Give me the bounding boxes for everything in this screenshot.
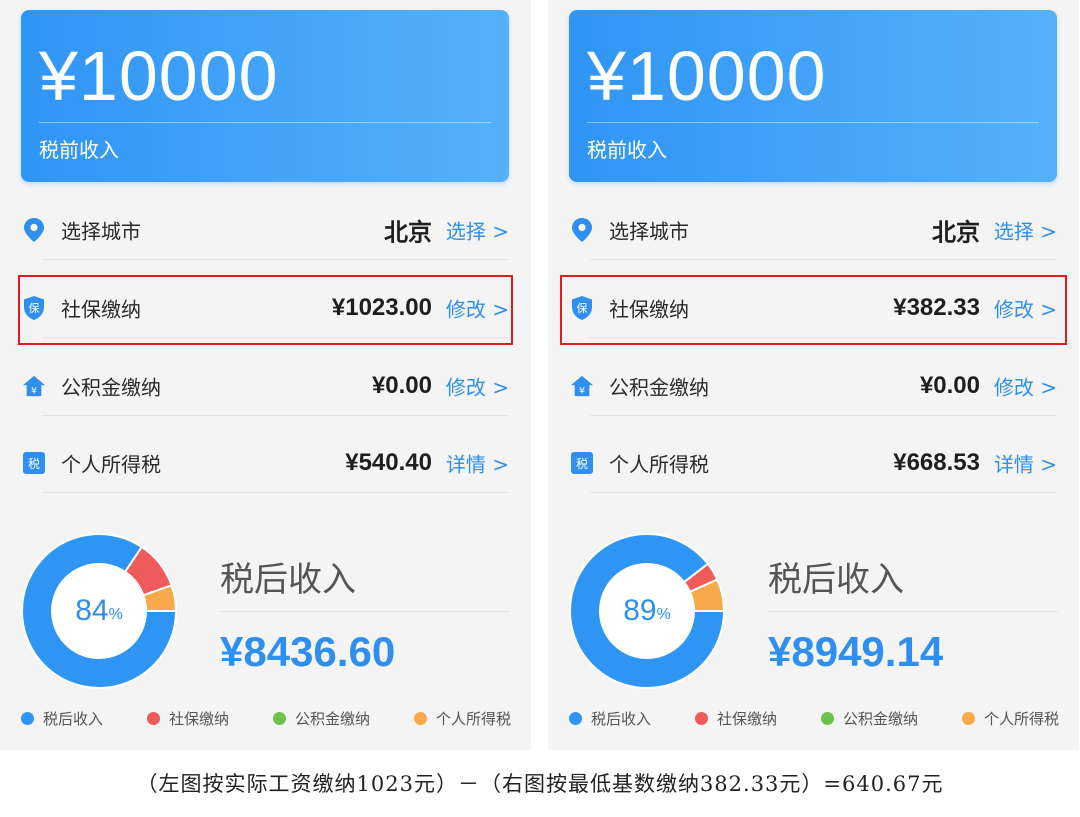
legend-item: 社保缴纳 <box>146 708 229 729</box>
salary-panel-left: ¥10000 税前收入 选择城市 北京 选择 > 保 社保缴纳 ¥1023.00… <box>0 0 531 750</box>
comparison-caption: （左图按实际工资缴纳1023元）－（右图按最低基数缴纳382.33元）=640.… <box>136 772 944 796</box>
row-city[interactable]: 选择城市 北京 选择 > <box>569 200 1057 260</box>
row-housing-fund[interactable]: ¥ 公积金缴纳 ¥0.00 修改 > <box>21 356 509 416</box>
location-pin-icon <box>23 218 45 242</box>
net-percent-value: 89 <box>623 594 657 627</box>
net-percent-unit: % <box>656 606 671 623</box>
legend-label: 社保缴纳 <box>168 710 229 728</box>
row-tax-label: 个人所得税 <box>61 452 161 477</box>
legend-label: 个人所得税 <box>435 710 511 728</box>
row-income-tax[interactable]: 税 个人所得税 ¥668.53 详情 > <box>569 433 1057 493</box>
row-housing-fund[interactable]: ¥ 公积金缴纳 ¥0.00 修改 > <box>569 356 1057 416</box>
edit-fund-button[interactable]: 修改 > <box>446 372 509 401</box>
legend-dot <box>569 712 582 725</box>
row-tax-value: ¥668.53 <box>893 449 980 476</box>
net-income-title: 税后收入 <box>768 560 904 600</box>
income-donut-chart: 84 % <box>21 533 178 689</box>
net-percent: 84 % <box>21 533 177 689</box>
legend-label: 税后收入 <box>591 710 652 728</box>
svg-text:¥: ¥ <box>579 385 585 396</box>
net-percent-value: 84 <box>75 594 109 627</box>
legend-dot <box>413 712 427 725</box>
svg-text:税: 税 <box>28 457 40 471</box>
row-fund-value: ¥0.00 <box>919 372 980 399</box>
legend-item: 税后收入 <box>21 708 103 729</box>
highlight-box <box>560 275 1067 345</box>
net-divider <box>768 611 1058 612</box>
row-divider <box>42 259 509 260</box>
legend-dot <box>21 712 34 725</box>
row-fund-label: 公积金缴纳 <box>609 375 709 400</box>
income-donut-chart: 89 % <box>569 533 726 689</box>
row-income-tax[interactable]: 税 个人所得税 ¥540.40 详情 > <box>21 433 509 493</box>
tax-badge-icon: 税 <box>571 451 593 475</box>
select-city-button[interactable]: 选择 > <box>446 216 509 245</box>
hero-divider <box>587 122 1039 123</box>
legend-dot <box>961 712 975 725</box>
svg-text:税: 税 <box>576 457 588 471</box>
hero-divider <box>39 122 491 123</box>
legend-label: 税后收入 <box>43 710 104 728</box>
tax-badge-icon: 税 <box>23 451 45 475</box>
net-income-amount: ¥8436.60 <box>220 628 396 675</box>
net-percent: 89 % <box>569 533 725 689</box>
row-fund-label: 公积金缴纳 <box>61 375 161 400</box>
net-percent-unit: % <box>108 606 123 623</box>
legend-label: 公积金缴纳 <box>294 710 370 728</box>
gross-income-label: 税前收入 <box>39 138 119 162</box>
row-divider <box>590 492 1057 493</box>
legend-label: 个人所得税 <box>983 710 1059 728</box>
house-yen-icon: ¥ <box>23 374 45 398</box>
legend-item: 公积金缴纳 <box>272 708 370 729</box>
row-fund-value: ¥0.00 <box>371 372 432 399</box>
net-income-title: 税后收入 <box>220 560 356 600</box>
gross-income-amount: ¥10000 <box>39 37 279 115</box>
gross-income-card[interactable]: ¥10000 税前收入 <box>569 10 1057 182</box>
select-city-button[interactable]: 选择 > <box>994 216 1057 245</box>
legend-dot <box>820 712 834 725</box>
legend-item: 个人所得税 <box>961 708 1059 729</box>
row-divider <box>42 415 509 416</box>
legend-item: 个人所得税 <box>413 708 511 729</box>
svg-text:¥: ¥ <box>31 385 37 396</box>
row-tax-label: 个人所得税 <box>609 452 709 477</box>
row-divider <box>590 259 1057 260</box>
legend-item: 社保缴纳 <box>694 708 777 729</box>
legend-dot <box>694 712 708 725</box>
legend-label: 公积金缴纳 <box>842 710 918 728</box>
row-divider <box>42 492 509 493</box>
house-yen-icon: ¥ <box>571 374 593 398</box>
tax-details-button[interactable]: 详情 > <box>994 449 1057 478</box>
chart-legend: 税后收入 社保缴纳 公积金缴纳 个人所得税 <box>21 708 511 729</box>
highlight-box <box>18 275 513 345</box>
legend-item: 公积金缴纳 <box>820 708 918 729</box>
legend-dot <box>146 712 160 725</box>
gross-income-card[interactable]: ¥10000 税前收入 <box>21 10 509 182</box>
row-divider <box>590 415 1057 416</box>
chart-legend: 税后收入 社保缴纳 公积金缴纳 个人所得税 <box>569 708 1059 729</box>
edit-fund-button[interactable]: 修改 > <box>994 372 1057 401</box>
net-income-amount: ¥8949.14 <box>768 628 944 675</box>
gross-income-label: 税前收入 <box>587 138 667 162</box>
location-pin-icon <box>571 218 593 242</box>
gross-income-amount: ¥10000 <box>587 37 827 115</box>
legend-label: 社保缴纳 <box>716 710 777 728</box>
row-city[interactable]: 选择城市 北京 选择 > <box>21 200 509 260</box>
legend-dot <box>272 712 286 725</box>
net-divider <box>220 611 510 612</box>
row-city-value: 北京 <box>932 219 980 247</box>
row-city-label: 选择城市 <box>61 219 141 244</box>
row-city-value: 北京 <box>384 219 432 247</box>
row-city-label: 选择城市 <box>609 219 689 244</box>
row-tax-value: ¥540.40 <box>345 449 432 476</box>
legend-item: 税后收入 <box>569 708 651 729</box>
tax-details-button[interactable]: 详情 > <box>446 449 509 478</box>
salary-panel-right: ¥10000 税前收入 选择城市 北京 选择 > 保 社保缴纳 ¥382.33 … <box>548 0 1079 750</box>
